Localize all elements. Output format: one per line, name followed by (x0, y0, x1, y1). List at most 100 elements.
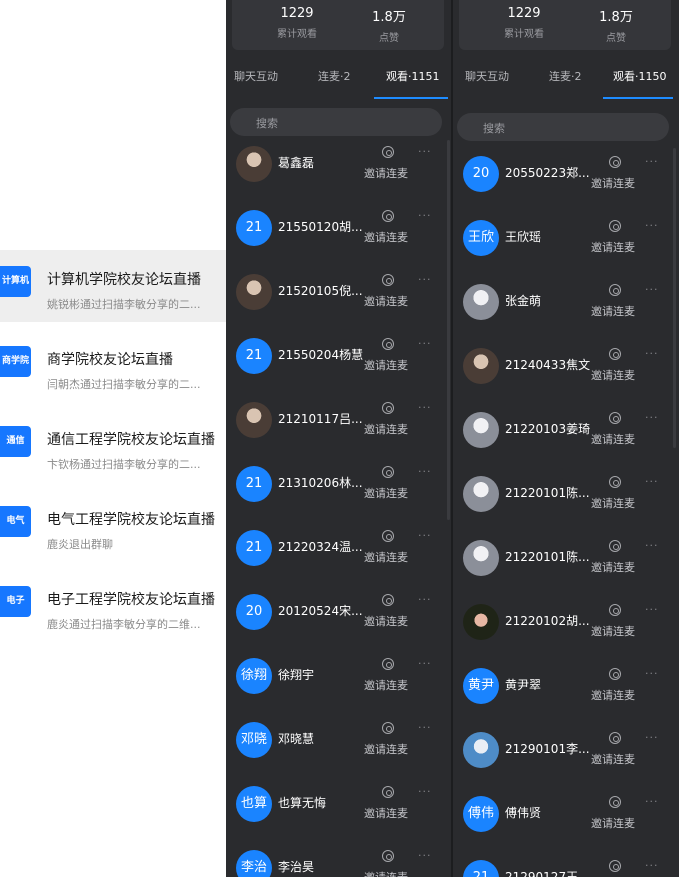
member-search-input[interactable]: 搜索 (230, 108, 442, 136)
invite-mic-icon[interactable] (382, 274, 394, 286)
more-options-icon[interactable]: ··· (645, 347, 659, 360)
invite-mic-button[interactable]: 邀请连麦 (364, 485, 408, 501)
more-options-icon[interactable]: ··· (418, 465, 432, 478)
invite-mic-button[interactable]: 邀请连麦 (591, 751, 635, 767)
member-row[interactable]: 20 20550223郑... 邀请连麦 ··· (453, 144, 679, 208)
invite-mic-icon[interactable] (609, 220, 621, 232)
member-row[interactable]: 21220101陈... 邀请连麦 ··· (453, 464, 679, 528)
invite-mic-button[interactable]: 邀请连麦 (591, 815, 635, 831)
member-list-scrollbar[interactable] (447, 140, 450, 520)
tab-viewers[interactable]: 观看·1150 (613, 68, 667, 84)
member-row[interactable]: 21 21310206林... 邀请连麦 ··· (226, 454, 453, 518)
invite-mic-icon[interactable] (609, 860, 621, 872)
invite-mic-button[interactable]: 邀请连麦 (364, 677, 408, 693)
member-row[interactable]: 21240433焦文 邀请连麦 ··· (453, 336, 679, 400)
invite-mic-button[interactable]: 邀请连麦 (364, 165, 408, 181)
member-row[interactable]: 黄尹 黄尹翠 邀请连麦 ··· (453, 656, 679, 720)
more-options-icon[interactable]: ··· (645, 219, 659, 232)
invite-mic-button[interactable]: 邀请连麦 (364, 229, 408, 245)
chat-list-item[interactable]: 通信 通信工程学院校友论坛直播 卞钦杨通过扫描李敏分享的二... (0, 410, 226, 482)
more-options-icon[interactable]: ··· (645, 603, 659, 616)
chat-list-item[interactable]: 商学院 商学院校友论坛直播 闫朝杰通过扫描李敏分享的二... (0, 330, 226, 402)
tab-mic[interactable]: 连麦·2 (549, 68, 582, 84)
member-row[interactable]: 21220103姜琦 邀请连麦 ··· (453, 400, 679, 464)
invite-mic-icon[interactable] (609, 284, 621, 296)
invite-mic-icon[interactable] (382, 722, 394, 734)
member-row[interactable]: 2121290127王...邀请连麦··· (453, 848, 679, 877)
invite-mic-icon[interactable] (609, 156, 621, 168)
invite-mic-icon[interactable] (382, 146, 394, 158)
invite-mic-icon[interactable] (382, 338, 394, 350)
member-row[interactable]: 傅伟 傅伟贤 邀请连麦 ··· (453, 784, 679, 848)
member-row[interactable]: 20 20120524宋... 邀请连麦 ··· (226, 582, 453, 646)
member-row[interactable]: 21220102胡... 邀请连麦 ··· (453, 592, 679, 656)
member-row[interactable]: 21210117吕... 邀请连麦 ··· (226, 390, 453, 454)
invite-mic-button[interactable]: 邀请连麦 (364, 357, 408, 373)
invite-mic-button[interactable]: 邀请连麦 (591, 303, 635, 319)
invite-mic-icon[interactable] (382, 402, 394, 414)
member-row[interactable]: 21290101李... 邀请连麦 ··· (453, 720, 679, 784)
more-options-icon[interactable]: ··· (645, 667, 659, 680)
invite-mic-icon[interactable] (609, 796, 621, 808)
more-options-icon[interactable]: ··· (645, 731, 659, 744)
invite-mic-button[interactable]: 邀请连麦 (591, 559, 635, 575)
member-search-input[interactable]: 搜索 (457, 113, 669, 141)
invite-mic-button[interactable]: 邀请连麦 (591, 623, 635, 639)
member-row[interactable]: 21 21550204杨慧 邀请连麦 ··· (226, 326, 453, 390)
invite-mic-icon[interactable] (382, 530, 394, 542)
more-options-icon[interactable]: ··· (418, 529, 432, 542)
invite-mic-icon[interactable] (609, 732, 621, 744)
member-row[interactable]: 21520105倪... 邀请连麦 ··· (226, 262, 453, 326)
more-options-icon[interactable]: ··· (645, 155, 659, 168)
invite-mic-icon[interactable] (609, 412, 621, 424)
more-options-icon[interactable]: ··· (418, 721, 432, 734)
tab-chat[interactable]: 聊天互动 (234, 68, 278, 84)
invite-mic-icon[interactable] (609, 604, 621, 616)
more-options-icon[interactable]: ··· (418, 657, 432, 670)
invite-mic-button[interactable]: 邀请连麦 (591, 239, 635, 255)
invite-mic-button[interactable]: 邀请连麦 (364, 869, 408, 877)
invite-mic-icon[interactable] (382, 466, 394, 478)
invite-mic-icon[interactable] (382, 210, 394, 222)
chat-list-item[interactable]: 电气 电气工程学院校友论坛直播 鹿炎退出群聊 (0, 490, 226, 562)
member-list-scrollbar[interactable] (673, 148, 676, 448)
tab-mic[interactable]: 连麦·2 (318, 68, 351, 84)
invite-mic-button[interactable]: 邀请连麦 (364, 293, 408, 309)
more-options-icon[interactable]: ··· (645, 283, 659, 296)
member-row[interactable]: 徐翔 徐翔宇 邀请连麦 ··· (226, 646, 453, 710)
more-options-icon[interactable]: ··· (645, 411, 659, 424)
more-options-icon[interactable]: ··· (418, 145, 432, 158)
invite-mic-icon[interactable] (609, 348, 621, 360)
invite-mic-icon[interactable] (609, 540, 621, 552)
tab-viewers[interactable]: 观看·1151 (386, 68, 440, 84)
invite-mic-button[interactable]: 邀请连麦 (364, 549, 408, 565)
more-options-icon[interactable]: ··· (418, 401, 432, 414)
member-row[interactable]: 葛鑫磊 邀请连麦 ··· (226, 134, 453, 198)
member-row[interactable]: 21220101陈... 邀请连麦 ··· (453, 528, 679, 592)
more-options-icon[interactable]: ··· (645, 859, 659, 872)
member-row[interactable]: 邓晓 邓晓慧 邀请连麦 ··· (226, 710, 453, 774)
more-options-icon[interactable]: ··· (418, 337, 432, 350)
member-row[interactable]: 21 21220324温... 邀请连麦 ··· (226, 518, 453, 582)
invite-mic-button[interactable]: 邀请连麦 (364, 421, 408, 437)
member-row[interactable]: 张金萌 邀请连麦 ··· (453, 272, 679, 336)
more-options-icon[interactable]: ··· (645, 795, 659, 808)
invite-mic-button[interactable]: 邀请连麦 (591, 495, 635, 511)
more-options-icon[interactable]: ··· (418, 849, 432, 862)
chat-list-item[interactable]: 电子 电子工程学院校友论坛直播 鹿炎通过扫描李敏分享的二维... (0, 570, 226, 642)
member-row[interactable]: 21 21550120胡... 邀请连麦 ··· (226, 198, 453, 262)
member-row[interactable]: 李治李治昊邀请连麦 ··· (226, 838, 453, 877)
more-options-icon[interactable]: ··· (418, 209, 432, 222)
invite-mic-button[interactable]: 邀请连麦 (364, 741, 408, 757)
invite-mic-icon[interactable] (382, 594, 394, 606)
invite-mic-button[interactable]: 邀请连麦 (364, 805, 408, 821)
more-options-icon[interactable]: ··· (645, 475, 659, 488)
invite-mic-button[interactable]: 邀请连麦 (591, 175, 635, 191)
more-options-icon[interactable]: ··· (418, 593, 432, 606)
invite-mic-button[interactable]: 邀请连麦 (591, 431, 635, 447)
invite-mic-button[interactable]: 邀请连麦 (591, 687, 635, 703)
more-options-icon[interactable]: ··· (418, 785, 432, 798)
invite-mic-icon[interactable] (382, 786, 394, 798)
tab-chat[interactable]: 聊天互动 (465, 68, 509, 84)
more-options-icon[interactable]: ··· (418, 273, 432, 286)
